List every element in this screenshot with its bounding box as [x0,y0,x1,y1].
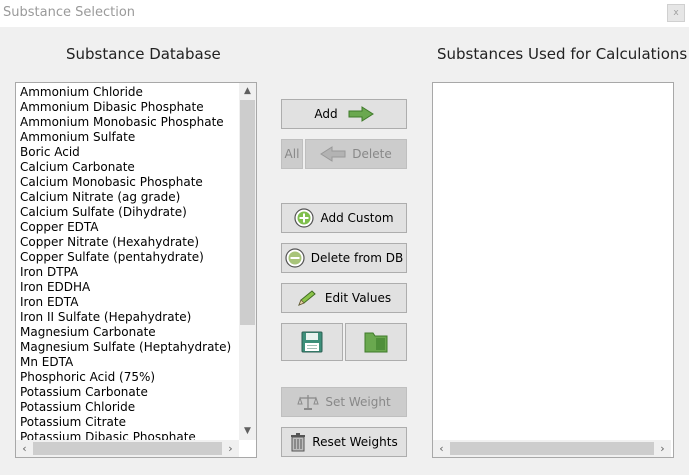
close-button[interactable]: x [667,4,685,22]
title-bar: Substance Selection x [0,0,689,27]
list-item[interactable]: Magnesium Carbonate [20,325,238,340]
delete-button[interactable]: Delete [305,139,407,169]
list-item[interactable]: Ammonium Dibasic Phosphate [20,100,238,115]
scroll-left-icon[interactable]: ‹ [433,440,450,457]
used-substances-list[interactable]: ‹ › [432,82,674,458]
add-button-label: Add [314,107,338,121]
database-vertical-scrollbar[interactable]: ▲ ▼ [239,83,256,440]
save-button[interactable] [281,323,343,361]
list-item[interactable]: Calcium Carbonate [20,160,238,175]
scroll-up-icon[interactable]: ▲ [239,83,256,100]
delete-button-label: Delete [352,147,392,161]
add-custom-button[interactable]: Add Custom [281,203,407,233]
list-item[interactable]: Potassium Carbonate [20,385,238,400]
reset-weights-button[interactable]: Reset Weights [281,427,407,457]
database-hscroll-thumb[interactable] [33,442,222,455]
reset-weights-label: Reset Weights [312,435,398,449]
list-item[interactable]: Ammonium Chloride [20,85,238,100]
list-item[interactable]: Potassium Citrate [20,415,238,430]
pencil-icon [297,290,316,306]
list-item[interactable]: Iron II Sulfate (Hepahydrate) [20,310,238,325]
select-all-label: All [284,147,300,161]
floppy-disk-icon [301,331,323,353]
scroll-right-icon[interactable]: › [222,440,239,457]
list-item[interactable]: Ammonium Sulfate [20,130,238,145]
database-heading: Substance Database [66,45,221,63]
select-all-button[interactable]: All [281,139,303,169]
delete-from-db-button[interactable]: Delete from DB [281,243,407,273]
list-item[interactable]: Boric Acid [20,145,238,160]
used-substances-heading: Substances Used for Calculations [437,45,688,63]
list-item[interactable]: Calcium Monobasic Phosphate [20,175,238,190]
list-item[interactable]: Copper Nitrate (Hexahydrate) [20,235,238,250]
window-title: Substance Selection [3,5,136,20]
list-item[interactable]: Iron EDTA [20,295,238,310]
set-weight-label: Set Weight [325,395,391,409]
folder-icon [364,332,388,353]
list-item[interactable]: Calcium Sulfate (Dihydrate) [20,205,238,220]
scroll-left-icon[interactable]: ‹ [16,440,33,457]
delete-from-db-label: Delete from DB [310,251,404,265]
scale-icon [297,395,320,410]
edit-values-button[interactable]: Edit Values [281,283,407,313]
arrow-left-icon [320,146,346,162]
used-horizontal-scrollbar[interactable]: ‹ › [433,440,671,457]
list-item[interactable]: Potassium Chloride [20,400,238,415]
database-scroll-thumb[interactable] [240,100,255,325]
add-custom-label: Add Custom [320,211,394,225]
open-folder-button[interactable] [345,323,407,361]
edit-values-label: Edit Values [324,291,392,305]
trash-icon [291,433,306,452]
scroll-down-icon[interactable]: ▼ [239,423,256,440]
list-item[interactable]: Phosphoric Acid (75%) [20,370,238,385]
set-weight-button[interactable]: Set Weight [281,387,407,417]
substance-database-list[interactable]: Ammonium Chloride Ammonium Dibasic Phosph… [15,82,257,458]
list-item[interactable]: Copper Sulfate (pentahydrate) [20,250,238,265]
list-item[interactable]: Magnesium Sulfate (Heptahydrate) [20,340,238,355]
database-items: Ammonium Chloride Ammonium Dibasic Phosph… [20,85,238,445]
minus-circle-icon [285,248,305,268]
list-item[interactable]: Calcium Nitrate (ag grade) [20,190,238,205]
plus-circle-icon [294,208,315,228]
list-item[interactable]: Iron DTPA [20,265,238,280]
list-item[interactable]: Ammonium Monobasic Phosphate [20,115,238,130]
list-item[interactable]: Mn EDTA [20,355,238,370]
used-hscroll-thumb[interactable] [450,442,654,455]
list-item[interactable]: Iron EDDHA [20,280,238,295]
database-horizontal-scrollbar[interactable]: ‹ › [16,440,239,457]
arrow-right-icon [348,106,374,122]
scroll-right-icon[interactable]: › [654,440,671,457]
add-button[interactable]: Add [281,99,407,129]
list-item[interactable]: Copper EDTA [20,220,238,235]
